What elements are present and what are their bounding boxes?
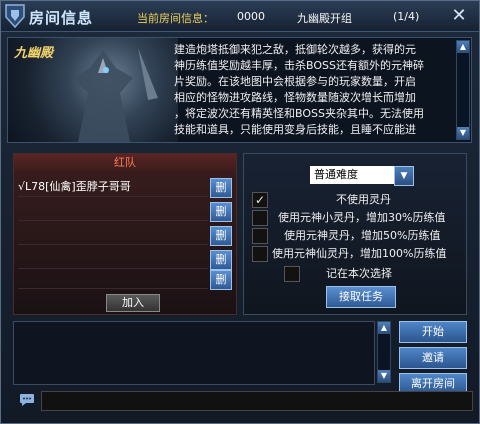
scroll-up-button[interactable]: ▲ bbox=[457, 41, 469, 53]
room-name: 九幽殿开组 bbox=[297, 12, 352, 25]
delete-member-button[interactable]: 删 bbox=[210, 178, 232, 198]
description-line: 片奖励。在该地图中会根据参与的玩家数量，开启 bbox=[174, 75, 416, 88]
red-team-panel: 红队 √L78[仙禽]歪脖子哥哥 删 删 删 删 删 加入 bbox=[13, 153, 237, 315]
option-label: 不使用灵丹 bbox=[336, 193, 391, 206]
delete-member-button[interactable]: 删 bbox=[210, 270, 232, 290]
delete-member-button[interactable]: 删 bbox=[210, 226, 232, 246]
team-slot[interactable] bbox=[18, 226, 208, 245]
window-title: 房间信息 bbox=[29, 9, 94, 27]
chat-scroll-up-button[interactable]: ▲ bbox=[378, 322, 390, 334]
option-label: 使用元神灵丹，增加50%历练值 bbox=[284, 229, 441, 242]
close-button[interactable]: ✕ bbox=[448, 5, 470, 27]
room-emblem-icon bbox=[5, 4, 25, 29]
delete-member-button[interactable]: 删 bbox=[210, 202, 232, 222]
task-options-panel: 普通难度 ▼ ✓ 不使用灵丹 使用元神小灵丹，增加30%历练值 使用元神灵丹，增… bbox=[243, 153, 467, 315]
option-label: 使用元神小灵丹，增加30%历练值 bbox=[278, 211, 446, 224]
title-bar[interactable]: 房间信息 当前房间信息： 0000 九幽殿开组 (1/4) ✕ bbox=[1, 1, 479, 32]
description-line: 相应的怪物进攻路线，怪物数量随波次增长而增加 bbox=[174, 91, 416, 104]
description-line: 建造炮塔抵御来犯之敌，抵御轮次越多，获得的元 bbox=[174, 43, 416, 56]
team-title: 红队 bbox=[14, 154, 236, 172]
start-button[interactable]: 开始 bbox=[399, 321, 467, 343]
description-scrollbar[interactable]: ▲ ▼ bbox=[456, 40, 470, 140]
team-slot[interactable] bbox=[18, 250, 208, 269]
description-line: 神历练值奖励越丰厚，击杀BOSS还有额外的元神碎 bbox=[174, 59, 424, 72]
player-count: (1/4) bbox=[393, 10, 420, 23]
chat-input[interactable] bbox=[41, 391, 473, 411]
chat-scrollbar[interactable]: ▲ ▼ bbox=[377, 321, 391, 383]
map-description: 建造炮塔抵御来犯之敌，抵御轮次越多，获得的元 神历练值奖励越丰厚，击杀BOSS还… bbox=[174, 42, 452, 138]
option-checkbox-pill[interactable] bbox=[252, 228, 268, 244]
remember-choice-checkbox[interactable] bbox=[284, 266, 300, 282]
room-id: 0000 bbox=[237, 10, 265, 23]
room-info-label: 当前房间信息： bbox=[137, 12, 214, 25]
difficulty-select[interactable]: 普通难度 bbox=[310, 166, 394, 184]
team-slot[interactable] bbox=[18, 202, 208, 221]
chat-scroll-down-button[interactable]: ▼ bbox=[378, 370, 390, 382]
chat-log[interactable] bbox=[13, 321, 375, 385]
invite-button[interactable]: 邀请 bbox=[399, 347, 467, 369]
chat-bubble-icon[interactable] bbox=[19, 393, 35, 407]
team-slot[interactable]: √L78[仙禽]歪脖子哥哥 bbox=[18, 178, 208, 197]
chevron-down-icon: ▼ bbox=[400, 171, 408, 181]
map-name: 九幽殿 bbox=[14, 46, 54, 61]
checkmark-icon: ✓ bbox=[254, 193, 266, 207]
difficulty-dropdown-button[interactable]: ▼ bbox=[394, 166, 414, 186]
map-banner: 九幽殿 建造炮塔抵御来犯之敌，抵御轮次越多，获得的元 神历练值奖励越丰厚，击杀B… bbox=[7, 37, 472, 143]
accept-task-button[interactable]: 接取任务 bbox=[326, 286, 396, 308]
description-line: ，将定波次还有精英怪和BOSS夹杂其中。无法使用 bbox=[174, 107, 424, 120]
option-checkbox-immortal-pill[interactable] bbox=[252, 246, 268, 262]
delete-member-button[interactable]: 删 bbox=[210, 250, 232, 270]
option-label: 使用元神仙灵丹，增加100%历练值 bbox=[272, 247, 447, 260]
remember-choice-label: 记在本次选择 bbox=[326, 267, 392, 280]
join-button[interactable]: 加入 bbox=[106, 294, 160, 312]
description-line: 技能和道具，只能使用变身后技能，且睡不应能进 bbox=[174, 123, 416, 136]
close-icon: ✕ bbox=[451, 5, 467, 26]
scroll-down-button[interactable]: ▼ bbox=[457, 127, 469, 139]
room-info-window: 房间信息 当前房间信息： 0000 九幽殿开组 (1/4) ✕ 九幽殿 建造炮塔… bbox=[0, 0, 480, 424]
team-slot[interactable] bbox=[18, 270, 208, 289]
option-checkbox-no-pill[interactable]: ✓ bbox=[252, 192, 268, 208]
option-checkbox-small-pill[interactable] bbox=[252, 210, 268, 226]
